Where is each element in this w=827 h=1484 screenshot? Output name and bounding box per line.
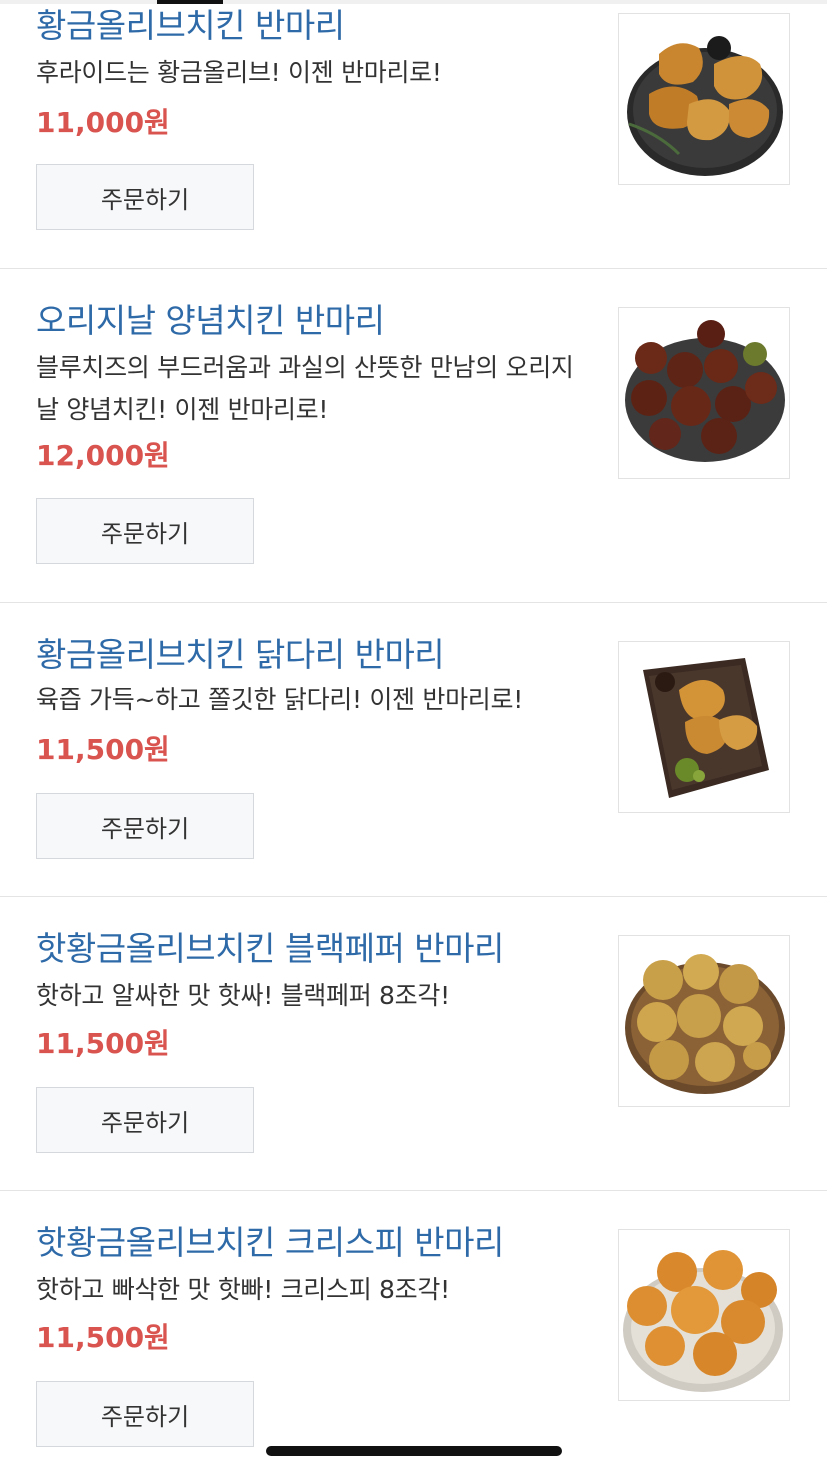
seasoned-chicken-plate-photo[interactable] [618, 307, 790, 479]
menu-item-name[interactable]: 오리지날 양념치킨 반마리 [36, 301, 385, 341]
menu-item[interactable]: 황금올리브치킨 반마리 후라이드는 황금올리브! 이젠 반마리로! 11,000… [0, 0, 827, 268]
order-button[interactable]: 주문하기 [36, 793, 254, 859]
menu-item-name[interactable]: 핫황금올리브치킨 크리스피 반마리 [36, 1223, 504, 1263]
crispy-chicken-plate-photo[interactable] [618, 1229, 790, 1401]
menu-item-description: 후라이드는 황금올리브! 이젠 반마리로! [36, 58, 442, 87]
menu-item-price: 12,000원 [36, 439, 170, 472]
order-button[interactable]: 주문하기 [36, 1087, 254, 1153]
menu-item[interactable]: 핫황금올리브치킨 블랙페퍼 반마리 핫하고 알싸한 맛 핫싸! 블랙페퍼 8조각… [0, 896, 827, 1190]
menu-item-description: 핫하고 알싸한 맛 핫싸! 블랙페퍼 8조각! [36, 981, 450, 1010]
fried-chicken-plate-photo[interactable] [618, 13, 790, 185]
menu-item-price: 11,500원 [36, 1321, 170, 1354]
menu-item-description: 블루치즈의 부드러움과 과실의 산뜻한 만남의 오리지날 양념치킨! 이젠 반마… [36, 353, 574, 424]
black-pepper-chicken-plate-photo[interactable] [618, 935, 790, 1107]
menu-item-price: 11,000원 [36, 106, 170, 139]
order-button[interactable]: 주문하기 [36, 1381, 254, 1447]
menu-item-description: 핫하고 빠삭한 맛 핫빠! 크리스피 8조각! [36, 1275, 450, 1304]
menu-item-price: 11,500원 [36, 1027, 170, 1060]
menu-item-name[interactable]: 핫황금올리브치킨 블랙페퍼 반마리 [36, 929, 504, 969]
menu-item-name[interactable]: 황금올리브치킨 반마리 [36, 6, 345, 46]
menu-item[interactable]: 오리지날 양념치킨 반마리 블루치즈의 부드러움과 과실의 산뜻한 만남의 오리… [0, 268, 827, 564]
menu-item-name[interactable]: 황금올리브치킨 닭다리 반마리 [36, 635, 445, 675]
menu-item-description: 육즙 가득~하고 쫄깃한 닭다리! 이젠 반마리로! [36, 685, 523, 714]
menu-item[interactable]: 황금올리브치킨 닭다리 반마리 육즙 가득~하고 쫄깃한 닭다리! 이젠 반마리… [0, 602, 827, 896]
home-indicator[interactable] [266, 1446, 562, 1456]
order-button[interactable]: 주문하기 [36, 164, 254, 230]
menu-item-price: 11,500원 [36, 733, 170, 766]
order-button[interactable]: 주문하기 [36, 498, 254, 564]
chicken-drumstick-tray-photo[interactable] [618, 641, 790, 813]
menu-item[interactable]: 핫황금올리브치킨 크리스피 반마리 핫하고 빠삭한 맛 핫빠! 크리스피 8조각… [0, 1190, 827, 1484]
